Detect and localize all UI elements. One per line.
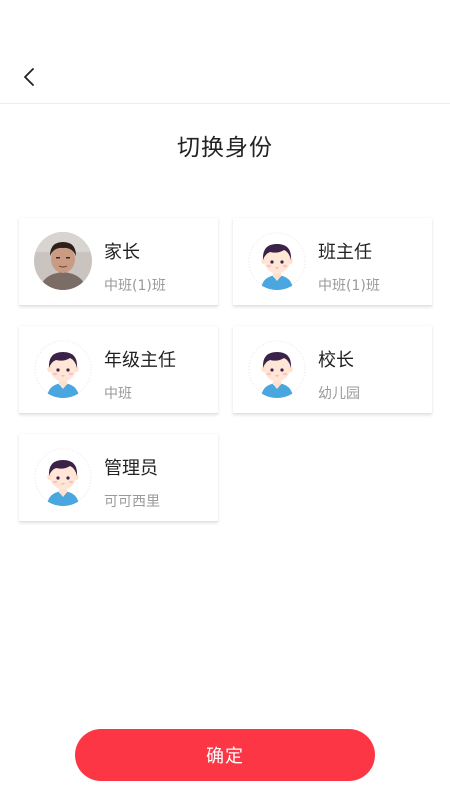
- identity-org: 幼儿园: [318, 386, 360, 402]
- identity-role: 家长: [104, 242, 140, 263]
- identity-org: 中班: [104, 386, 132, 402]
- identity-card-head-teacher[interactable]: 班主任 中班(1)班: [233, 218, 432, 306]
- identity-card-admin[interactable]: 管理员 可可西里: [19, 434, 218, 522]
- identity-org: 中班(1)班: [104, 278, 166, 294]
- identity-role: 管理员: [104, 458, 158, 479]
- identity-org: 中班(1)班: [318, 278, 380, 294]
- identity-card-principal[interactable]: 校长 幼儿园: [233, 326, 432, 414]
- confirm-button[interactable]: 确定: [75, 729, 375, 781]
- photo-avatar: [34, 232, 92, 290]
- identity-card-grade-director[interactable]: 年级主任 中班: [19, 326, 218, 414]
- cartoon-boy-avatar: [248, 232, 306, 290]
- identity-role: 校长: [318, 350, 354, 371]
- identity-role: 年级主任: [104, 350, 176, 371]
- identity-card-parent[interactable]: 家长 中班(1)班: [19, 218, 218, 306]
- chevron-left-icon: [24, 68, 34, 86]
- cartoon-boy-avatar: [34, 340, 92, 398]
- back-button[interactable]: [14, 62, 44, 92]
- cartoon-boy-avatar: [248, 340, 306, 398]
- top-bar: [0, 0, 450, 104]
- cartoon-boy-avatar: [34, 448, 92, 506]
- identity-role: 班主任: [318, 242, 372, 263]
- identity-org: 可可西里: [104, 494, 160, 510]
- page-title: 切换身份: [177, 135, 273, 161]
